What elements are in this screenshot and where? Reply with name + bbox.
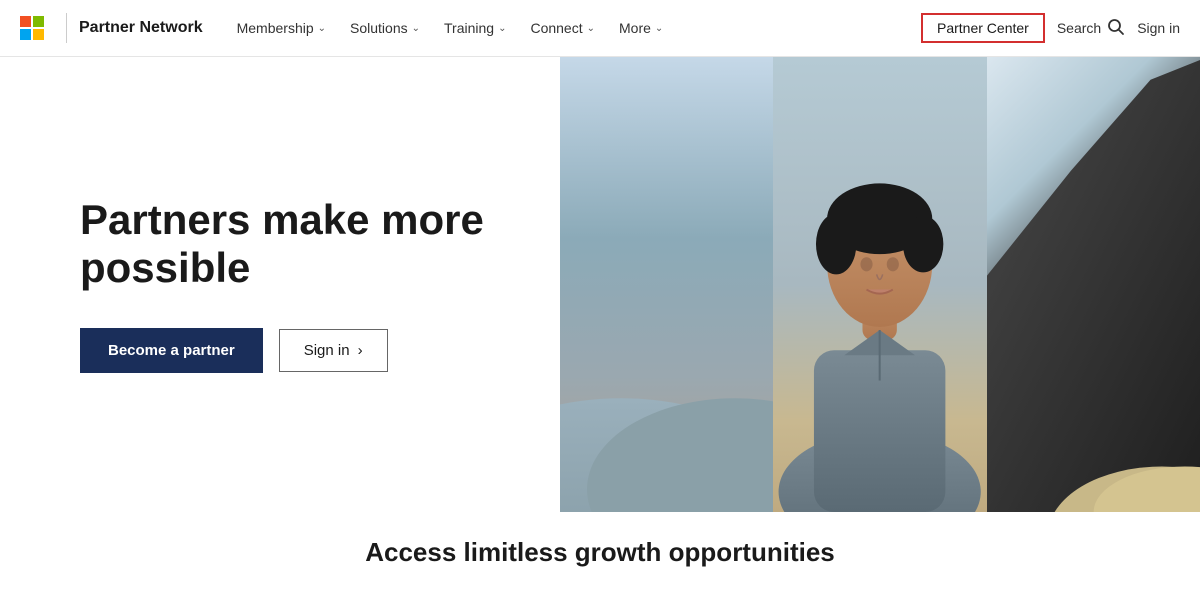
solutions-chevron-icon: ⌄ [412, 23, 420, 34]
hero-section: Partners make more possible Become a par… [0, 57, 1200, 512]
become-partner-button[interactable]: Become a partner [80, 328, 263, 373]
nav-item-solutions[interactable]: Solutions ⌄ [340, 14, 430, 42]
hero-heading: Partners make more possible [80, 196, 500, 293]
hero-buttons: Become a partner Sign in › [80, 328, 500, 373]
collage-panel-3 [987, 57, 1200, 512]
nav-item-solutions-label: Solutions [350, 20, 408, 36]
dark-panel-svg [987, 57, 1200, 512]
nav-item-membership-label: Membership [237, 20, 314, 36]
nav-item-connect[interactable]: Connect ⌄ [520, 14, 605, 42]
nav-divider [66, 13, 67, 43]
sign-in-link[interactable]: Sign in [1137, 20, 1180, 36]
ms-logo-grid [20, 16, 44, 40]
collage-panel-1 [560, 57, 773, 512]
nav-items: Membership ⌄ Solutions ⌄ Training ⌄ Conn… [227, 14, 921, 42]
ms-logo-green [33, 16, 44, 27]
nav-right: Partner Center Search Sign in [921, 13, 1180, 43]
bottom-section: Access limitless growth opportunities [0, 512, 1200, 592]
connect-chevron-icon: ⌄ [587, 23, 595, 34]
nav-item-more[interactable]: More ⌄ [609, 14, 673, 42]
hero-signin-label: Sign in [304, 342, 350, 359]
hero-left: Partners make more possible Become a par… [0, 57, 560, 512]
ms-logo-yellow [33, 29, 44, 40]
search-label: Search [1057, 20, 1101, 36]
partner-center-button[interactable]: Partner Center [921, 13, 1045, 43]
navbar: Partner Network Membership ⌄ Solutions ⌄… [0, 0, 1200, 57]
microsoft-logo[interactable] [20, 16, 44, 40]
ms-logo-blue [20, 29, 31, 40]
search-area[interactable]: Search [1057, 18, 1125, 39]
ms-logo-red [20, 16, 31, 27]
nav-item-membership[interactable]: Membership ⌄ [227, 14, 336, 42]
membership-chevron-icon: ⌄ [318, 23, 326, 34]
dune-svg-1 [560, 57, 773, 512]
collage-panel-2 [773, 57, 986, 512]
nav-item-training[interactable]: Training ⌄ [434, 14, 516, 42]
hero-signin-button[interactable]: Sign in › [279, 329, 388, 372]
hero-signin-chevron-icon: › [358, 342, 363, 359]
nav-item-more-label: More [619, 20, 651, 36]
hero-heading-line1: Partners make more [80, 196, 484, 243]
nav-brand: Partner Network [79, 19, 203, 37]
training-chevron-icon: ⌄ [498, 23, 506, 34]
person-svg [773, 57, 986, 512]
bottom-heading: Access limitless growth opportunities [365, 537, 835, 568]
nav-item-training-label: Training [444, 20, 494, 36]
more-chevron-icon: ⌄ [655, 23, 663, 34]
nav-item-connect-label: Connect [530, 20, 582, 36]
hero-image-collage [560, 57, 1200, 512]
search-icon [1107, 18, 1125, 39]
hero-right [560, 57, 1200, 512]
hero-heading-line2: possible [80, 244, 250, 291]
